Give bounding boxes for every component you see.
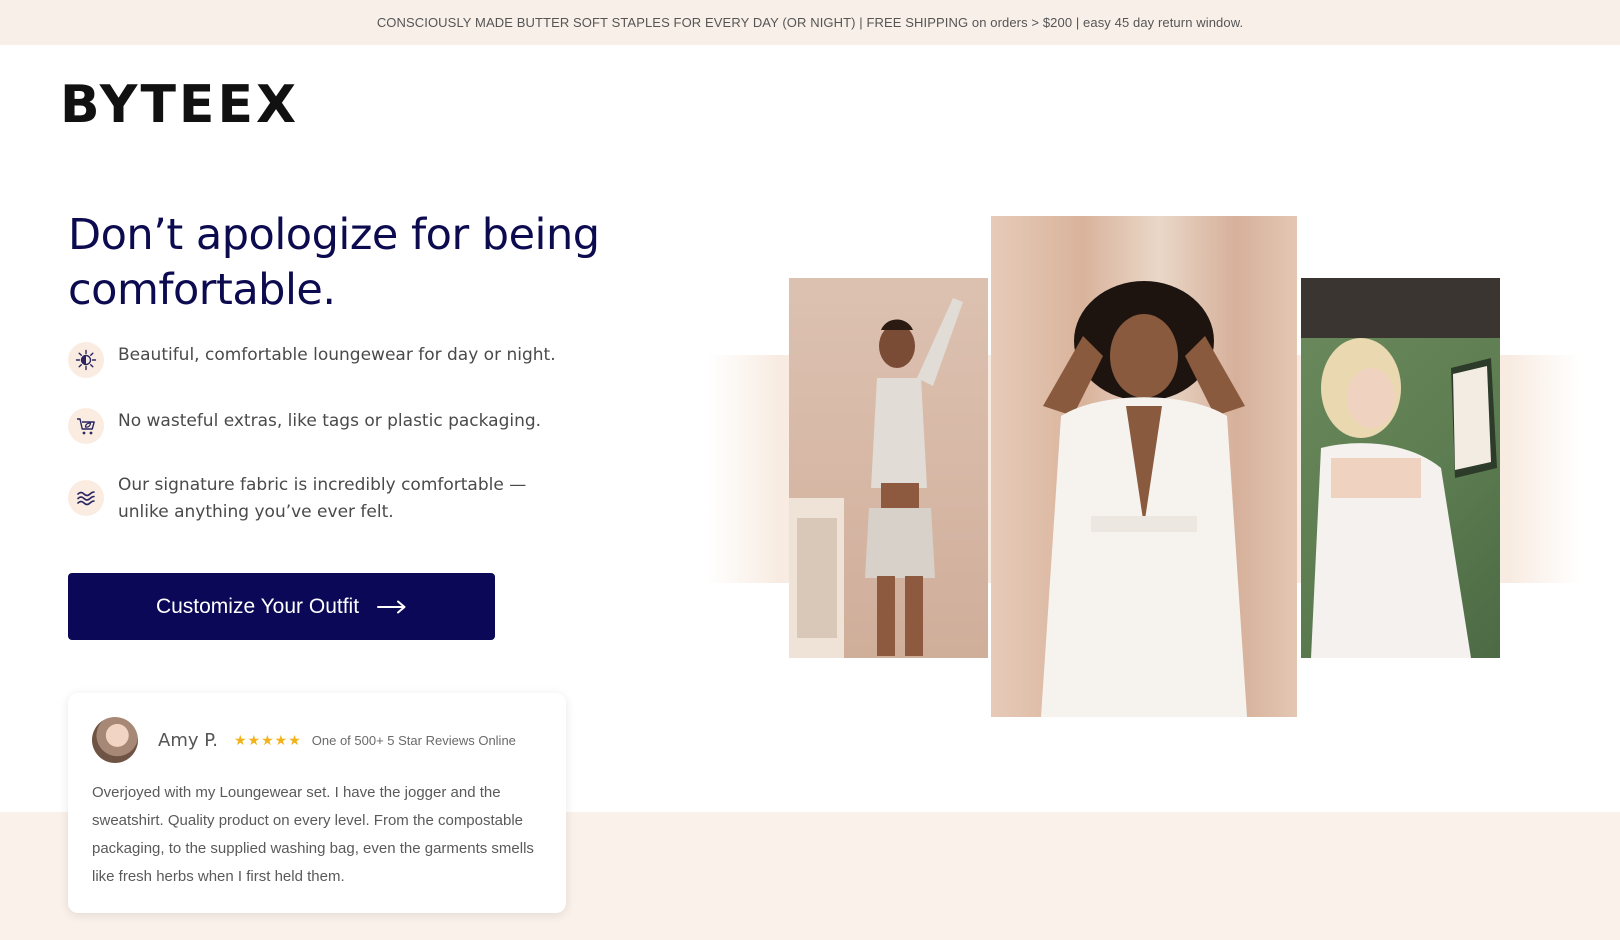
model-photo-center <box>991 216 1297 717</box>
feature-item: Beautiful, comfortable loungewear for da… <box>68 342 578 378</box>
customize-outfit-button[interactable]: Customize Your Outfit <box>68 573 495 640</box>
review-count: One of 500+ 5 Star Reviews Online <box>311 732 516 748</box>
feature-text: Our signature fabric is incredibly comfo… <box>118 475 527 522</box>
eco-cart-icon <box>68 408 104 444</box>
review-body: Overjoyed with my Loungewear set. I have… <box>92 784 534 885</box>
review-card: Amy P. ★★★★★ One of 500+ 5 Star Reviews … <box>68 693 566 913</box>
feature-item: Our signature fabric is incredibly comfo… <box>68 472 578 526</box>
brand-logo[interactable]: BYTEEX <box>60 79 299 131</box>
model-photo-left <box>789 278 988 658</box>
feature-text: No wasteful extras, like tags or plastic… <box>118 411 542 431</box>
feature-text: Beautiful, comfortable loungewear for da… <box>118 345 556 365</box>
star-rating-icon: ★★★★★ <box>234 731 302 748</box>
feature-item: No wasteful extras, like tags or plastic… <box>68 408 578 444</box>
model-photo-right <box>1301 278 1500 658</box>
reviewer-name: Amy P. <box>158 729 218 751</box>
announcement-bar: CONSCIOUSLY MADE BUTTER SOFT STAPLES FOR… <box>0 0 1620 45</box>
avatar <box>92 717 138 763</box>
waves-icon <box>68 480 104 516</box>
announcement-text: CONSCIOUSLY MADE BUTTER SOFT STAPLES FOR… <box>376 15 1244 30</box>
sun-moon-icon <box>68 342 104 378</box>
arrow-right-icon <box>377 600 407 614</box>
hero-headline: Don’t apologize for being comfortable. <box>68 210 600 315</box>
cta-label: Customize Your Outfit <box>155 594 360 618</box>
